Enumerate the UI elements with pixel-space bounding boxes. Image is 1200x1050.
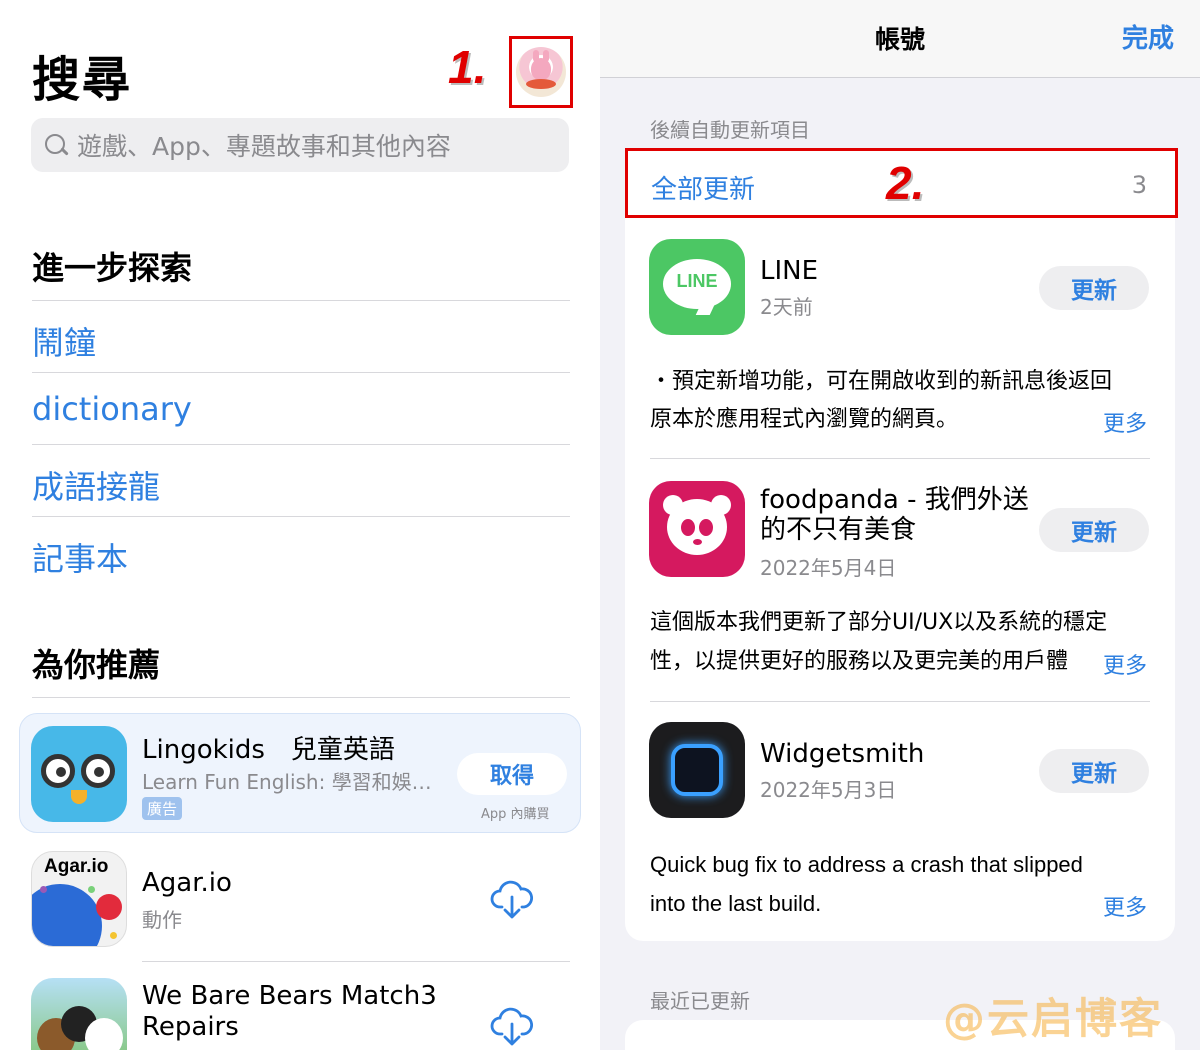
watermark: @云启博客 — [943, 994, 1164, 1043]
update-count: 3 — [1131, 171, 1147, 199]
ad-app-subtitle: Learn Fun English: 學習和娛… — [142, 770, 432, 794]
page-title: 搜尋 — [32, 52, 133, 108]
update-date-foodpanda: 2022年5月4日 — [760, 556, 897, 580]
release-notes-line-2: 原本於應用程式內瀏覽的網頁。 — [650, 407, 959, 432]
ad-app-name[interactable]: Lingokids 兒童英語 — [142, 729, 395, 766]
ad-badge: 廣告 — [142, 797, 183, 820]
app-name-foodpanda[interactable]: foodpanda - 我們外送 — [760, 485, 1029, 515]
divider — [32, 372, 570, 373]
divider — [142, 961, 570, 962]
more-link-foodpanda[interactable]: 更多 — [1103, 648, 1147, 680]
release-notes-foodpanda-line-2: 性，以提供更好的服務以及更完美的用戶體 — [650, 649, 1069, 674]
release-notes-foodpanda: 這個版本我們更新了部分UI/UX以及系統的穩定 — [650, 610, 1108, 635]
account-avatar-highlight[interactable] — [509, 36, 573, 108]
navigation-bar: 帳號 完成 — [600, 0, 1200, 78]
release-notes-line: ・預定新增功能，可在開啟收到的新訊息後返回 — [650, 369, 1113, 394]
cloud-download-icon[interactable] — [490, 877, 534, 921]
nav-title: 帳號 — [874, 25, 925, 54]
explore-link-idiom-game[interactable]: 成語接龍 — [32, 462, 160, 508]
divider — [32, 300, 570, 301]
app-name-agario[interactable]: Agar.io — [142, 868, 232, 898]
app-name-we-bare-bears[interactable]: We Bare Bears Match3 — [142, 981, 437, 1011]
app-category-agario: 動作 — [142, 908, 182, 932]
search-screen: 搜尋 1. 遊戲、App、專題故事和其他內容 進一步探索 鬧鐘 dictiona… — [0, 0, 600, 1050]
explore-link-alarm[interactable]: 鬧鐘 — [32, 318, 96, 364]
lingokids-app-icon[interactable] — [31, 726, 127, 822]
line-app-icon[interactable]: LINE — [649, 239, 745, 335]
recommend-section-title: 為你推薦 — [32, 646, 161, 684]
update-button-line[interactable]: 更新 — [1039, 266, 1149, 310]
widgetsmith-app-icon[interactable] — [649, 722, 745, 818]
app-name-line[interactable]: LINE — [760, 256, 818, 286]
explore-link-notes[interactable]: 記事本 — [32, 534, 128, 580]
pending-updates-header: 後續自動更新項目 — [650, 118, 810, 142]
search-input[interactable]: 遊戲、App、專題故事和其他內容 — [31, 118, 569, 172]
release-notes-widgetsmith-line-2: into the last build. — [650, 891, 822, 916]
app-name-widgetsmith[interactable]: Widgetsmith — [760, 739, 924, 769]
update-date-widgetsmith: 2022年5月3日 — [760, 778, 897, 802]
search-placeholder: 遊戲、App、專題故事和其他內容 — [77, 132, 451, 161]
more-link-line[interactable]: 更多 — [1103, 406, 1147, 438]
divider — [650, 701, 1150, 702]
update-button-foodpanda[interactable]: 更新 — [1039, 508, 1149, 552]
account-screen: 帳號 完成 後續自動更新項目 全部更新 3 2. LINE LINE 2天前 更… — [600, 0, 1200, 1050]
update-all-button[interactable]: 全部更新 — [651, 169, 755, 206]
explore-link-dictionary[interactable]: dictionary — [32, 390, 192, 428]
agario-icon-text: Agar.io — [44, 856, 109, 877]
more-link-widgetsmith[interactable]: 更多 — [1103, 890, 1147, 922]
explore-section-title: 進一步探索 — [32, 249, 193, 287]
release-notes-widgetsmith: Quick bug fix to address a crash that sl… — [650, 852, 1083, 877]
app-name-foodpanda-line2[interactable]: 的不只有美食 — [760, 515, 916, 545]
line-icon-text: LINE — [676, 271, 718, 291]
divider — [650, 458, 1150, 459]
search-icon — [43, 132, 69, 158]
agario-app-icon[interactable]: Agar.io — [31, 851, 127, 947]
in-app-purchase-note: App 內購買 — [481, 807, 550, 822]
get-button[interactable]: 取得 — [457, 753, 567, 795]
cloud-download-icon[interactable] — [490, 1004, 534, 1048]
foodpanda-app-icon[interactable] — [649, 481, 745, 577]
step-1-marker: 1. — [448, 41, 487, 93]
divider — [32, 516, 570, 517]
avatar[interactable] — [516, 47, 566, 97]
recently-updated-header: 最近已更新 — [650, 989, 750, 1013]
divider — [32, 444, 570, 445]
app-name-we-bare-bears-line2[interactable]: Repairs — [142, 1012, 239, 1042]
step-2-marker: 2. — [886, 157, 925, 209]
done-button[interactable]: 完成 — [1122, 18, 1174, 55]
update-button-widgetsmith[interactable]: 更新 — [1039, 749, 1149, 793]
update-date-line: 2天前 — [760, 295, 813, 319]
we-bare-bears-app-icon[interactable] — [31, 978, 127, 1050]
divider — [32, 697, 570, 698]
